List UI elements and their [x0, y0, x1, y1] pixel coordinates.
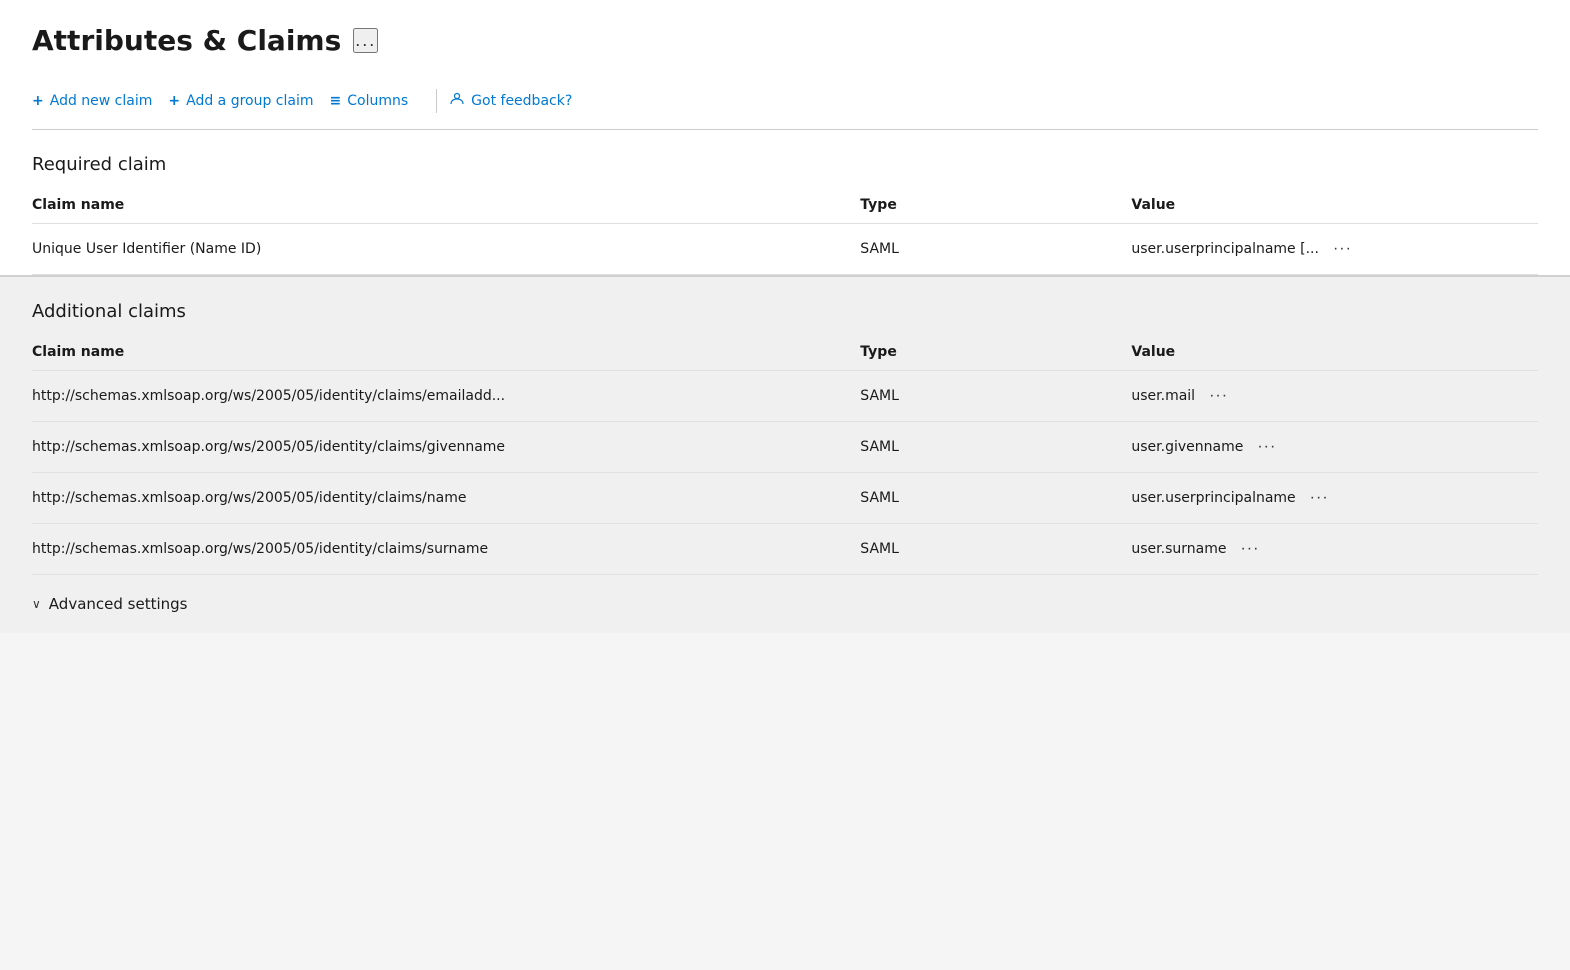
toolbar-separator	[436, 89, 437, 113]
page-container: Attributes & Claims ... + Add new claim …	[0, 0, 1570, 970]
type-cell: SAML	[860, 371, 1131, 422]
chevron-down-icon: ∨	[32, 597, 41, 611]
required-col-claim-name: Claim name	[32, 187, 860, 224]
claim-name-cell: http://schemas.xmlsoap.org/ws/2005/05/id…	[32, 422, 860, 473]
claim-name-cell: Unique User Identifier (Name ID)	[32, 224, 860, 275]
table-row[interactable]: http://schemas.xmlsoap.org/ws/2005/05/id…	[32, 524, 1538, 575]
additional-claims-section: Additional claims Claim name Type Value …	[0, 277, 1570, 575]
feedback-label: Got feedback?	[471, 93, 572, 109]
table-row[interactable]: http://schemas.xmlsoap.org/ws/2005/05/id…	[32, 473, 1538, 524]
claim-name-cell: http://schemas.xmlsoap.org/ws/2005/05/id…	[32, 473, 860, 524]
feedback-icon	[449, 91, 465, 111]
value-text: user.mail	[1131, 388, 1195, 404]
add-new-claim-label: Add new claim	[50, 93, 153, 109]
required-claims-header-row: Claim name Type Value	[32, 187, 1538, 224]
value-cell: user.userprincipalname ···	[1131, 473, 1538, 524]
columns-icon: ≡	[330, 93, 342, 109]
required-claim-title: Required claim	[32, 130, 1538, 187]
page-title: Attributes & Claims	[32, 24, 341, 57]
plus-icon-2: +	[168, 93, 180, 109]
advanced-settings-section[interactable]: ∨ Advanced settings	[0, 575, 1570, 633]
columns-label: Columns	[347, 93, 408, 109]
required-col-value: Value	[1131, 187, 1538, 224]
value-cell: user.surname ···	[1131, 524, 1538, 575]
type-cell: SAML	[860, 422, 1131, 473]
value-text: user.surname	[1131, 541, 1226, 557]
additional-col-claim-name: Claim name	[32, 334, 860, 371]
page-title-row: Attributes & Claims ...	[32, 24, 1538, 73]
additional-claims-title: Additional claims	[32, 277, 1538, 334]
type-cell: SAML	[860, 524, 1131, 575]
required-claims-table: Claim name Type Value Unique User Identi…	[32, 187, 1538, 275]
value-text: user.givenname	[1131, 439, 1243, 455]
required-col-type: Type	[860, 187, 1131, 224]
additional-claims-table: Claim name Type Value http://schemas.xml…	[32, 334, 1538, 575]
row-more-button[interactable]: ···	[1251, 436, 1282, 458]
value-text: user.userprincipalname	[1131, 490, 1295, 506]
add-group-claim-button[interactable]: + Add a group claim	[168, 87, 329, 115]
table-row[interactable]: http://schemas.xmlsoap.org/ws/2005/05/id…	[32, 371, 1538, 422]
type-cell: SAML	[860, 473, 1131, 524]
add-group-claim-label: Add a group claim	[186, 93, 313, 109]
row-more-button[interactable]: ···	[1304, 487, 1335, 509]
header-ellipsis-button[interactable]: ...	[353, 28, 378, 53]
claim-name-cell: http://schemas.xmlsoap.org/ws/2005/05/id…	[32, 371, 860, 422]
required-claims-section: Required claim Claim name Type Value Uni…	[0, 130, 1570, 275]
plus-icon: +	[32, 93, 44, 109]
value-text: user.userprincipalname [...	[1131, 241, 1319, 257]
table-row[interactable]: Unique User Identifier (Name ID) SAML us…	[32, 224, 1538, 275]
additional-col-type: Type	[860, 334, 1131, 371]
feedback-button[interactable]: Got feedback?	[449, 85, 588, 117]
row-more-button[interactable]: ···	[1327, 238, 1358, 260]
add-new-claim-button[interactable]: + Add new claim	[32, 87, 168, 115]
value-cell: user.givenname ···	[1131, 422, 1538, 473]
value-cell: user.userprincipalname [... ···	[1131, 224, 1538, 275]
header-section: Attributes & Claims ... + Add new claim …	[0, 0, 1570, 130]
type-cell: SAML	[860, 224, 1131, 275]
advanced-settings-label: Advanced settings	[49, 595, 188, 613]
value-cell: user.mail ···	[1131, 371, 1538, 422]
table-row[interactable]: http://schemas.xmlsoap.org/ws/2005/05/id…	[32, 422, 1538, 473]
row-more-button[interactable]: ···	[1203, 385, 1234, 407]
claim-name-cell: http://schemas.xmlsoap.org/ws/2005/05/id…	[32, 524, 860, 575]
toolbar: + Add new claim + Add a group claim ≡ Co…	[32, 73, 1538, 129]
additional-col-value: Value	[1131, 334, 1538, 371]
row-more-button[interactable]: ···	[1234, 538, 1265, 560]
columns-button[interactable]: ≡ Columns	[330, 87, 425, 115]
additional-claims-header-row: Claim name Type Value	[32, 334, 1538, 371]
